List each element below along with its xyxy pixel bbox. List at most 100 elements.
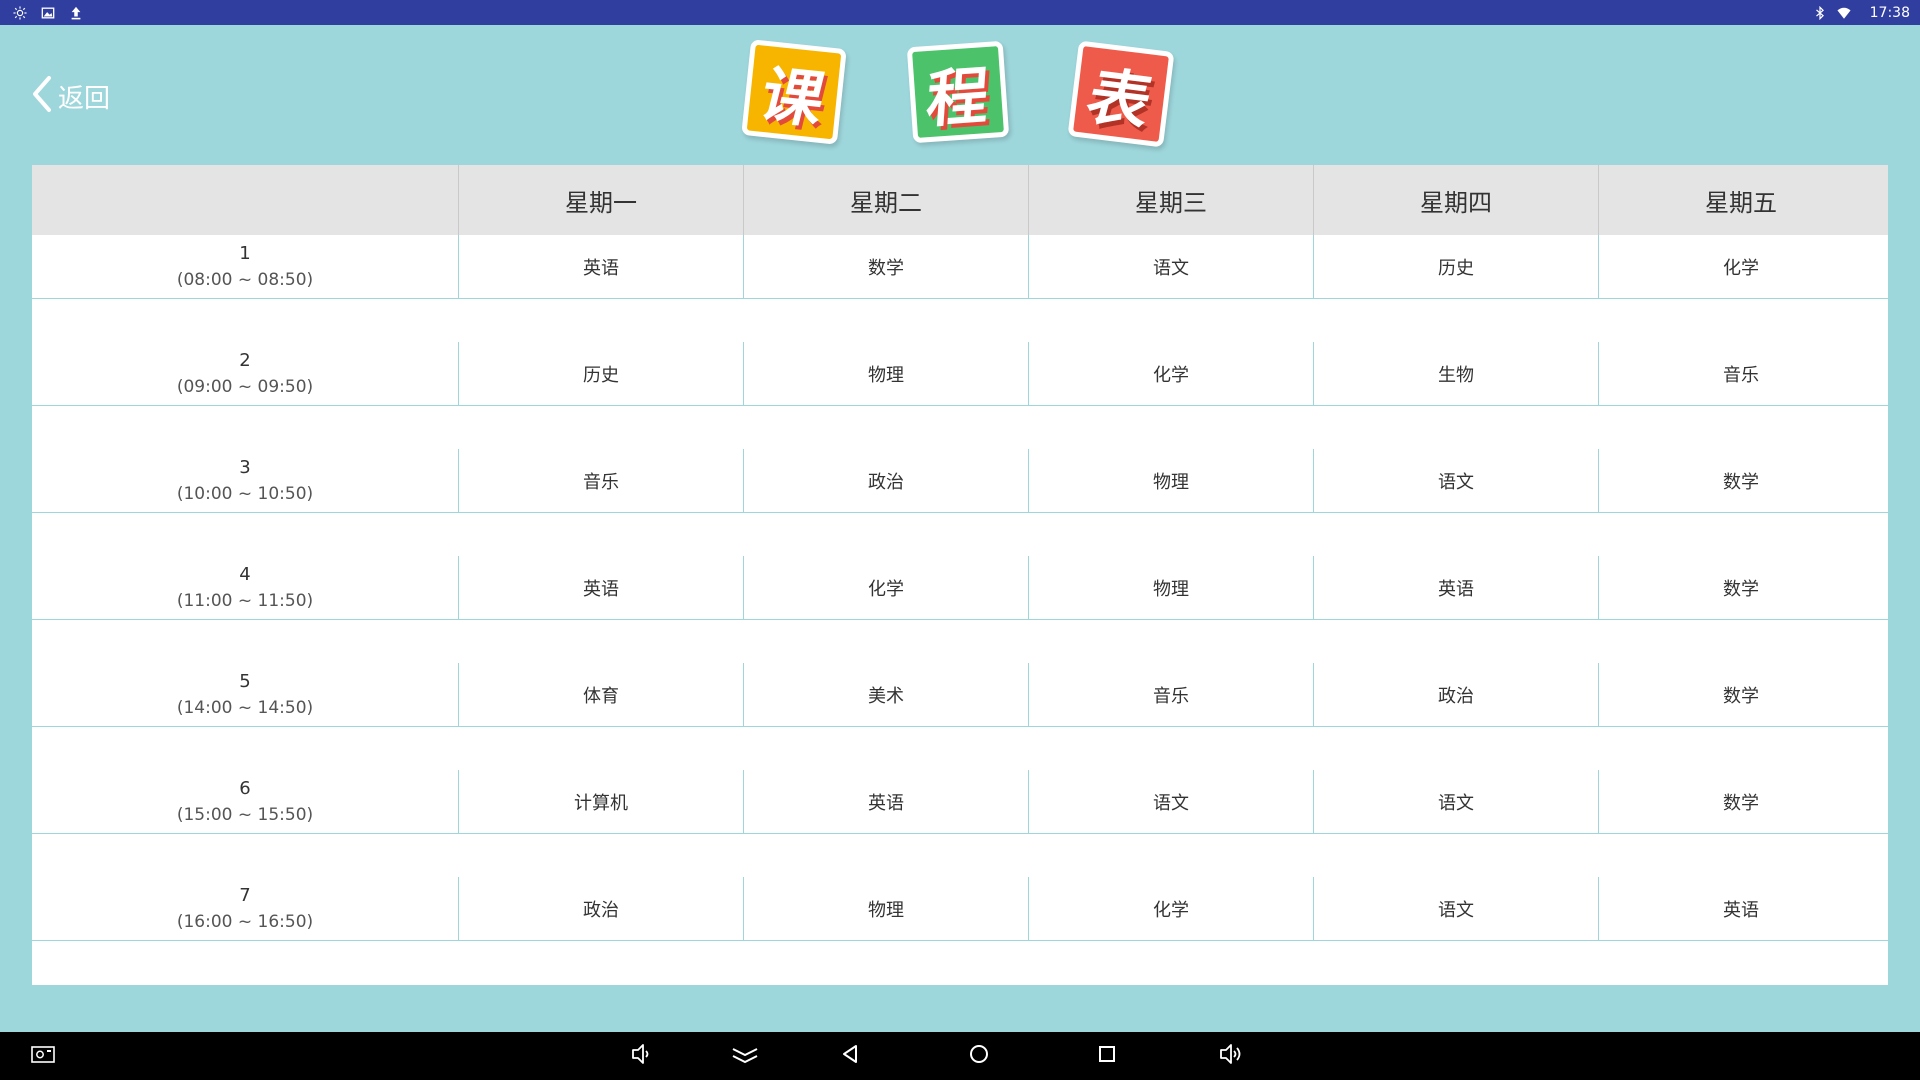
back-button[interactable]: 返回 — [30, 76, 110, 116]
title-tile-2: 程 — [906, 40, 1010, 144]
period-cell: 3 (10:00 ~ 10:50) — [32, 449, 458, 512]
period-cell: 7 (16:00 ~ 16:50) — [32, 877, 458, 940]
table-row: 7 (16:00 ~ 16:50) 政治 物理 化学 语文 英语 — [32, 877, 1888, 941]
back-label: 返回 — [58, 83, 111, 114]
volume-up-icon — [1218, 1041, 1244, 1071]
class-cell: 化学 — [1028, 342, 1313, 405]
period-cell: 4 (11:00 ~ 11:50) — [32, 556, 458, 619]
period-cell: 5 (14:00 ~ 14:50) — [32, 663, 458, 726]
class-cell: 英语 — [743, 770, 1028, 833]
class-cell: 物理 — [743, 342, 1028, 405]
status-bar: 17:38 — [0, 0, 1920, 25]
schedule-table: 星期一 星期二 星期三 星期四 星期五 1 (08:00 ~ 08:50) 英语 数学… — [32, 165, 1888, 985]
period-time: (14:00 ~ 14:50) — [176, 697, 314, 718]
clock: 17:38 — [1869, 4, 1910, 21]
header-day-2: 星期二 — [743, 165, 1028, 235]
recents-icon — [1094, 1041, 1120, 1071]
header-day-5: 星期五 — [1598, 165, 1883, 235]
class-cell: 英语 — [458, 556, 743, 619]
status-right: 17:38 — [1812, 5, 1910, 21]
brightness-icon — [12, 5, 28, 21]
period-time: (16:00 ~ 16:50) — [176, 911, 314, 932]
navigation-bar — [0, 1032, 1920, 1080]
class-cell: 历史 — [1313, 235, 1598, 298]
class-cell: 物理 — [1028, 556, 1313, 619]
class-cell: 英语 — [458, 235, 743, 298]
class-cell: 政治 — [743, 449, 1028, 512]
title-char-3: 表 — [1079, 59, 1160, 139]
period-time: (10:00 ~ 10:50) — [176, 483, 314, 504]
period-number: 6 — [239, 777, 251, 799]
class-cell: 物理 — [743, 877, 1028, 940]
recents-button[interactable] — [1092, 1042, 1122, 1070]
class-cell: 政治 — [458, 877, 743, 940]
image-icon — [40, 5, 56, 21]
class-cell: 语文 — [1313, 449, 1598, 512]
header-day-3: 星期三 — [1028, 165, 1313, 235]
chevron-left-icon — [30, 75, 54, 117]
table-row: 2 (09:00 ~ 09:50) 历史 物理 化学 生物 音乐 — [32, 342, 1888, 406]
back-nav-button[interactable] — [836, 1042, 866, 1070]
class-cell: 音乐 — [1028, 663, 1313, 726]
class-cell: 计算机 — [458, 770, 743, 833]
screenshot-icon — [30, 1041, 56, 1071]
table-row: 4 (11:00 ~ 11:50) 英语 化学 物理 英语 数学 — [32, 556, 1888, 620]
table-header-row: 星期一 星期二 星期三 星期四 星期五 — [32, 165, 1888, 235]
class-cell: 英语 — [1313, 556, 1598, 619]
class-cell: 音乐 — [1598, 342, 1883, 405]
period-number: 5 — [239, 670, 251, 692]
title-tile-3: 表 — [1067, 40, 1175, 148]
class-cell: 政治 — [1313, 663, 1598, 726]
header-day-1: 星期一 — [458, 165, 743, 235]
class-cell: 音乐 — [458, 449, 743, 512]
volume-down-button[interactable] — [626, 1042, 656, 1070]
upload-icon — [68, 5, 84, 21]
class-cell: 化学 — [743, 556, 1028, 619]
period-time: (09:00 ~ 09:50) — [176, 376, 314, 397]
period-number: 7 — [239, 884, 251, 906]
class-cell: 语文 — [1313, 877, 1598, 940]
period-number: 1 — [239, 242, 251, 264]
title-tile-1: 课 — [741, 39, 847, 145]
period-cell: 2 (09:00 ~ 09:50) — [32, 342, 458, 405]
volume-down-icon — [628, 1041, 654, 1071]
class-cell: 美术 — [743, 663, 1028, 726]
volume-up-button[interactable] — [1216, 1042, 1246, 1070]
bluetooth-icon — [1812, 5, 1828, 21]
title-char-2: 程 — [924, 58, 992, 137]
table-row: 3 (10:00 ~ 10:50) 音乐 政治 物理 语文 数学 — [32, 449, 1888, 513]
class-cell: 语文 — [1028, 235, 1313, 298]
period-number: 4 — [239, 563, 251, 585]
home-button[interactable] — [964, 1042, 994, 1070]
class-cell: 语文 — [1313, 770, 1598, 833]
status-left — [12, 5, 84, 21]
period-time: (11:00 ~ 11:50) — [176, 590, 314, 611]
class-cell: 生物 — [1313, 342, 1598, 405]
header-day-4: 星期四 — [1313, 165, 1598, 235]
class-cell: 数学 — [1598, 770, 1883, 833]
title-char-1: 课 — [752, 58, 833, 137]
class-cell: 语文 — [1028, 770, 1313, 833]
class-cell: 历史 — [458, 342, 743, 405]
back-icon — [838, 1041, 864, 1071]
table-row: 6 (15:00 ~ 15:50) 计算机 英语 语文 语文 数学 — [32, 770, 1888, 834]
wifi-icon — [1836, 5, 1852, 21]
collapse-icon — [732, 1041, 758, 1071]
header-corner-cell — [32, 165, 458, 235]
period-number: 3 — [239, 456, 251, 478]
class-cell: 物理 — [1028, 449, 1313, 512]
period-time: (15:00 ~ 15:50) — [176, 804, 314, 825]
period-cell: 1 (08:00 ~ 08:50) — [32, 235, 458, 298]
class-cell: 体育 — [458, 663, 743, 726]
class-cell: 数学 — [743, 235, 1028, 298]
collapse-button[interactable] — [730, 1042, 760, 1070]
table-row: 1 (08:00 ~ 08:50) 英语 数学 语文 历史 化学 — [32, 235, 1888, 299]
class-cell: 英语 — [1598, 877, 1883, 940]
screenshot-button[interactable] — [28, 1042, 58, 1070]
period-time: (08:00 ~ 08:50) — [176, 269, 314, 290]
class-cell: 化学 — [1028, 877, 1313, 940]
class-cell: 数学 — [1598, 556, 1883, 619]
table-row: 5 (14:00 ~ 14:50) 体育 美术 音乐 政治 数学 — [32, 663, 1888, 727]
class-cell: 化学 — [1598, 235, 1883, 298]
period-number: 2 — [239, 349, 251, 371]
